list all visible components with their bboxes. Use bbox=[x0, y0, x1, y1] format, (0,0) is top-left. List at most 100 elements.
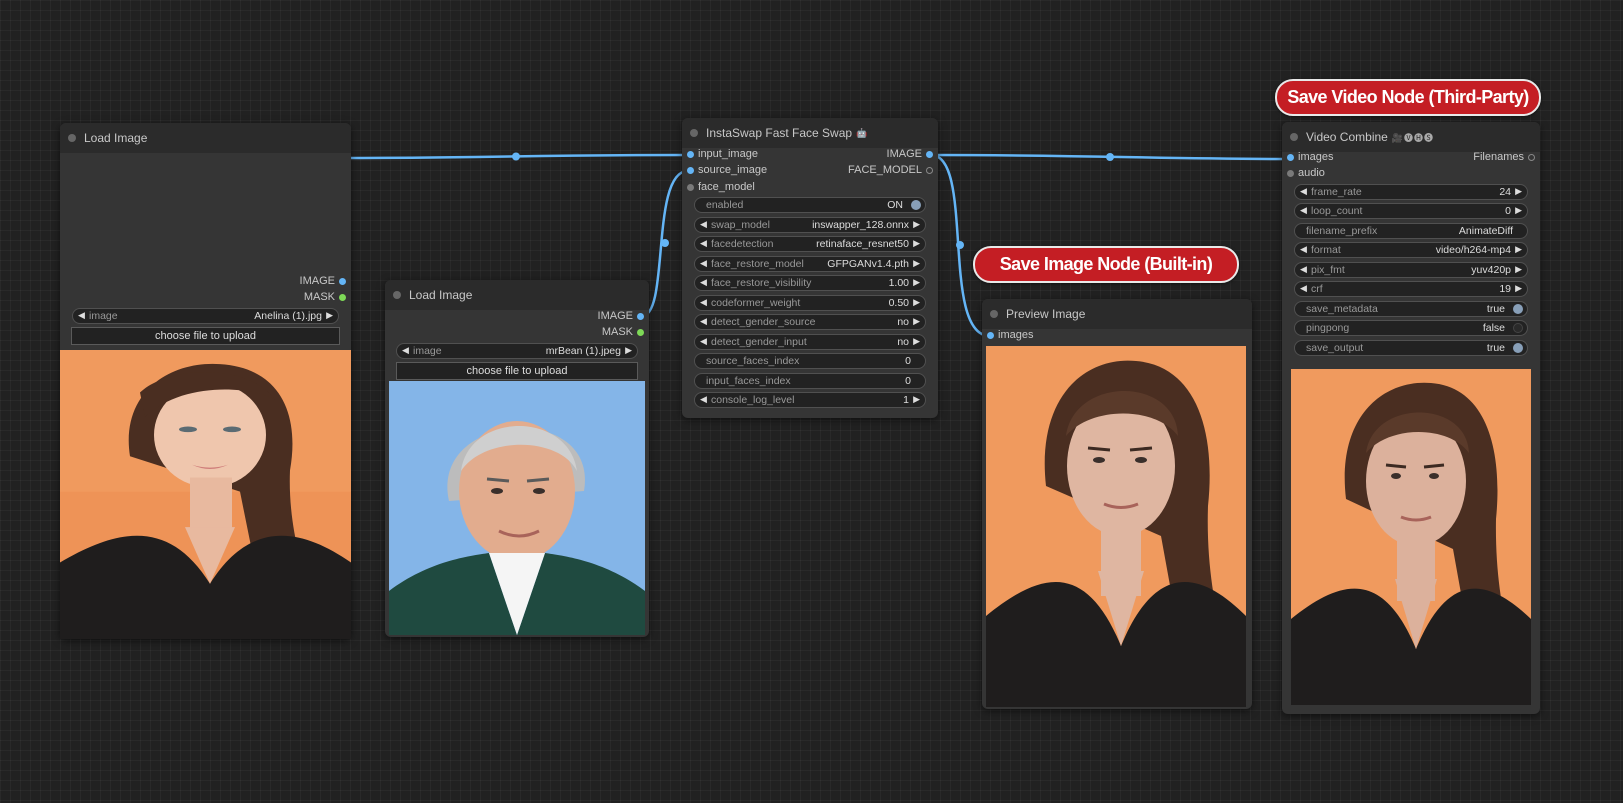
arrow-right-icon[interactable]: ▶ bbox=[1515, 244, 1522, 255]
collapse-dot-icon[interactable] bbox=[393, 291, 401, 299]
arrow-right-icon[interactable]: ▶ bbox=[913, 316, 920, 327]
node-title-bar[interactable]: Preview Image bbox=[982, 299, 1252, 329]
faceswap-node[interactable]: InstaSwap Fast Face Swap 🤖 input_image I… bbox=[682, 118, 938, 418]
slot-dot-icon[interactable] bbox=[687, 184, 694, 191]
video-combine-node[interactable]: Video Combine 🎥🅥🅗🅢 images Filenames audi… bbox=[1282, 122, 1540, 714]
image-select-widget[interactable]: ◀ image mrBean (1).jpeg ▶ bbox=[396, 343, 638, 359]
codeformer-weight-number[interactable]: ◀ codeformer_weight 0.50 ▶ bbox=[694, 295, 926, 311]
widget-label: save_output bbox=[1306, 342, 1364, 354]
pingpong-toggle[interactable]: pingpong false bbox=[1294, 320, 1528, 336]
toggle-knob-icon[interactable] bbox=[1513, 343, 1523, 353]
slot-dot-icon[interactable] bbox=[1528, 154, 1535, 161]
preview-image-node[interactable]: Preview Image images bbox=[982, 299, 1252, 709]
input-slot-images[interactable]: images bbox=[982, 328, 1252, 344]
upload-button[interactable]: choose file to upload bbox=[71, 327, 340, 345]
output-slot-mask[interactable]: MASK bbox=[385, 325, 649, 341]
slot-dot-icon[interactable] bbox=[687, 151, 694, 158]
slot-dot-icon[interactable] bbox=[926, 167, 933, 174]
format-combo[interactable]: ◀ format video/h264-mp4 ▶ bbox=[1294, 242, 1528, 258]
widget-value: 1 bbox=[903, 394, 909, 406]
input-slot-images[interactable]: images Filenames bbox=[1282, 150, 1540, 166]
input-slot-source-image[interactable]: source_image FACE_MODEL bbox=[682, 163, 938, 179]
save-metadata-toggle[interactable]: save_metadata true bbox=[1294, 301, 1528, 317]
input-slot-audio[interactable]: audio bbox=[1282, 166, 1540, 182]
slot-dot-icon[interactable] bbox=[1287, 170, 1294, 177]
arrow-left-icon[interactable]: ◀ bbox=[1300, 205, 1307, 216]
arrow-left-icon[interactable]: ◀ bbox=[402, 345, 409, 356]
toggle-knob-icon[interactable] bbox=[911, 200, 921, 210]
slot-dot-icon[interactable] bbox=[987, 332, 994, 339]
arrow-left-icon[interactable]: ◀ bbox=[1300, 283, 1307, 294]
node-title-bar[interactable]: Video Combine 🎥🅥🅗🅢 bbox=[1282, 122, 1540, 152]
load-image-node-2[interactable]: Load Image IMAGE MASK ◀ image mrBean (1)… bbox=[385, 280, 649, 637]
toggle-knob-icon[interactable] bbox=[1513, 304, 1523, 314]
detect-gender-source-combo[interactable]: ◀ detect_gender_source no ▶ bbox=[694, 314, 926, 330]
widget-label: console_log_level bbox=[711, 394, 795, 406]
image-select-widget[interactable]: ◀ image Anelina (1).jpg ▶ bbox=[72, 308, 339, 324]
arrow-left-icon[interactable]: ◀ bbox=[700, 394, 707, 405]
arrow-left-icon[interactable]: ◀ bbox=[700, 277, 707, 288]
arrow-left-icon[interactable]: ◀ bbox=[700, 336, 707, 347]
input-faces-index-input[interactable]: input_faces_index 0 bbox=[694, 373, 926, 389]
arrow-right-icon[interactable]: ▶ bbox=[913, 277, 920, 288]
slot-dot-icon[interactable] bbox=[687, 167, 694, 174]
arrow-right-icon[interactable]: ▶ bbox=[625, 345, 632, 356]
source-faces-index-input[interactable]: source_faces_index 0 bbox=[694, 353, 926, 369]
slot-dot-icon[interactable] bbox=[339, 294, 346, 301]
slot-dot-icon[interactable] bbox=[339, 278, 346, 285]
arrow-right-icon[interactable]: ▶ bbox=[913, 394, 920, 405]
collapse-dot-icon[interactable] bbox=[690, 129, 698, 137]
arrow-left-icon[interactable]: ◀ bbox=[700, 316, 707, 327]
input-slot-input-image[interactable]: input_image IMAGE bbox=[682, 147, 938, 163]
node-title-bar[interactable]: InstaSwap Fast Face Swap 🤖 bbox=[682, 118, 938, 148]
arrow-right-icon[interactable]: ▶ bbox=[913, 238, 920, 249]
input-slot-face-model[interactable]: face_model bbox=[682, 180, 938, 196]
node-title-bar[interactable]: Load Image bbox=[385, 280, 649, 310]
toggle-knob-icon[interactable] bbox=[1513, 323, 1523, 333]
slot-dot-icon[interactable] bbox=[1287, 154, 1294, 161]
arrow-right-icon[interactable]: ▶ bbox=[1515, 205, 1522, 216]
arrow-right-icon[interactable]: ▶ bbox=[1515, 264, 1522, 275]
arrow-left-icon[interactable]: ◀ bbox=[1300, 264, 1307, 275]
node-title-bar[interactable]: Load Image bbox=[60, 123, 351, 153]
enabled-toggle[interactable]: enabled ON bbox=[694, 197, 926, 213]
arrow-left-icon[interactable]: ◀ bbox=[78, 310, 85, 321]
arrow-left-icon[interactable]: ◀ bbox=[700, 219, 707, 230]
console-log-level-combo[interactable]: ◀ console_log_level 1 ▶ bbox=[694, 392, 926, 408]
slot-dot-icon[interactable] bbox=[637, 329, 644, 336]
arrow-left-icon[interactable]: ◀ bbox=[1300, 186, 1307, 197]
facedetection-combo[interactable]: ◀ facedetection retinaface_resnet50 ▶ bbox=[694, 236, 926, 252]
arrow-left-icon[interactable]: ◀ bbox=[700, 238, 707, 249]
output-slot-mask[interactable]: MASK bbox=[60, 290, 351, 306]
slot-dot-icon[interactable] bbox=[926, 151, 933, 158]
detect-gender-input-combo[interactable]: ◀ detect_gender_input no ▶ bbox=[694, 334, 926, 350]
frame-rate-number[interactable]: ◀ frame_rate 24 ▶ bbox=[1294, 184, 1528, 200]
filename-prefix-input[interactable]: filename_prefix AnimateDiff bbox=[1294, 223, 1528, 239]
pix-fmt-combo[interactable]: ◀ pix_fmt yuv420p ▶ bbox=[1294, 262, 1528, 278]
arrow-left-icon[interactable]: ◀ bbox=[700, 258, 707, 269]
save-output-toggle[interactable]: save_output true bbox=[1294, 340, 1528, 356]
arrow-left-icon[interactable]: ◀ bbox=[700, 297, 707, 308]
arrow-right-icon[interactable]: ▶ bbox=[913, 219, 920, 230]
slot-dot-icon[interactable] bbox=[637, 313, 644, 320]
swap-model-combo[interactable]: ◀ swap_model inswapper_128.onnx ▶ bbox=[694, 217, 926, 233]
collapse-dot-icon[interactable] bbox=[1290, 133, 1298, 141]
face-restore-model-combo[interactable]: ◀ face_restore_model GFPGANv1.4.pth ▶ bbox=[694, 256, 926, 272]
arrow-right-icon[interactable]: ▶ bbox=[326, 310, 333, 321]
output-slot-image[interactable]: IMAGE bbox=[385, 309, 649, 325]
load-image-node-1[interactable]: Load Image IMAGE MASK ◀ image Anelina (1… bbox=[60, 123, 351, 639]
face-restore-visibility-number[interactable]: ◀ face_restore_visibility 1.00 ▶ bbox=[694, 275, 926, 291]
loop-count-number[interactable]: ◀ loop_count 0 ▶ bbox=[1294, 203, 1528, 219]
upload-button[interactable]: choose file to upload bbox=[396, 362, 638, 380]
arrow-left-icon[interactable]: ◀ bbox=[1300, 244, 1307, 255]
output-slot-image[interactable]: IMAGE bbox=[60, 274, 351, 290]
collapse-dot-icon[interactable] bbox=[990, 310, 998, 318]
arrow-right-icon[interactable]: ▶ bbox=[913, 258, 920, 269]
input-label: images bbox=[1298, 151, 1334, 163]
arrow-right-icon[interactable]: ▶ bbox=[913, 336, 920, 347]
crf-number[interactable]: ◀ crf 19 ▶ bbox=[1294, 281, 1528, 297]
arrow-right-icon[interactable]: ▶ bbox=[913, 297, 920, 308]
arrow-right-icon[interactable]: ▶ bbox=[1515, 186, 1522, 197]
collapse-dot-icon[interactable] bbox=[68, 134, 76, 142]
arrow-right-icon[interactable]: ▶ bbox=[1515, 283, 1522, 294]
